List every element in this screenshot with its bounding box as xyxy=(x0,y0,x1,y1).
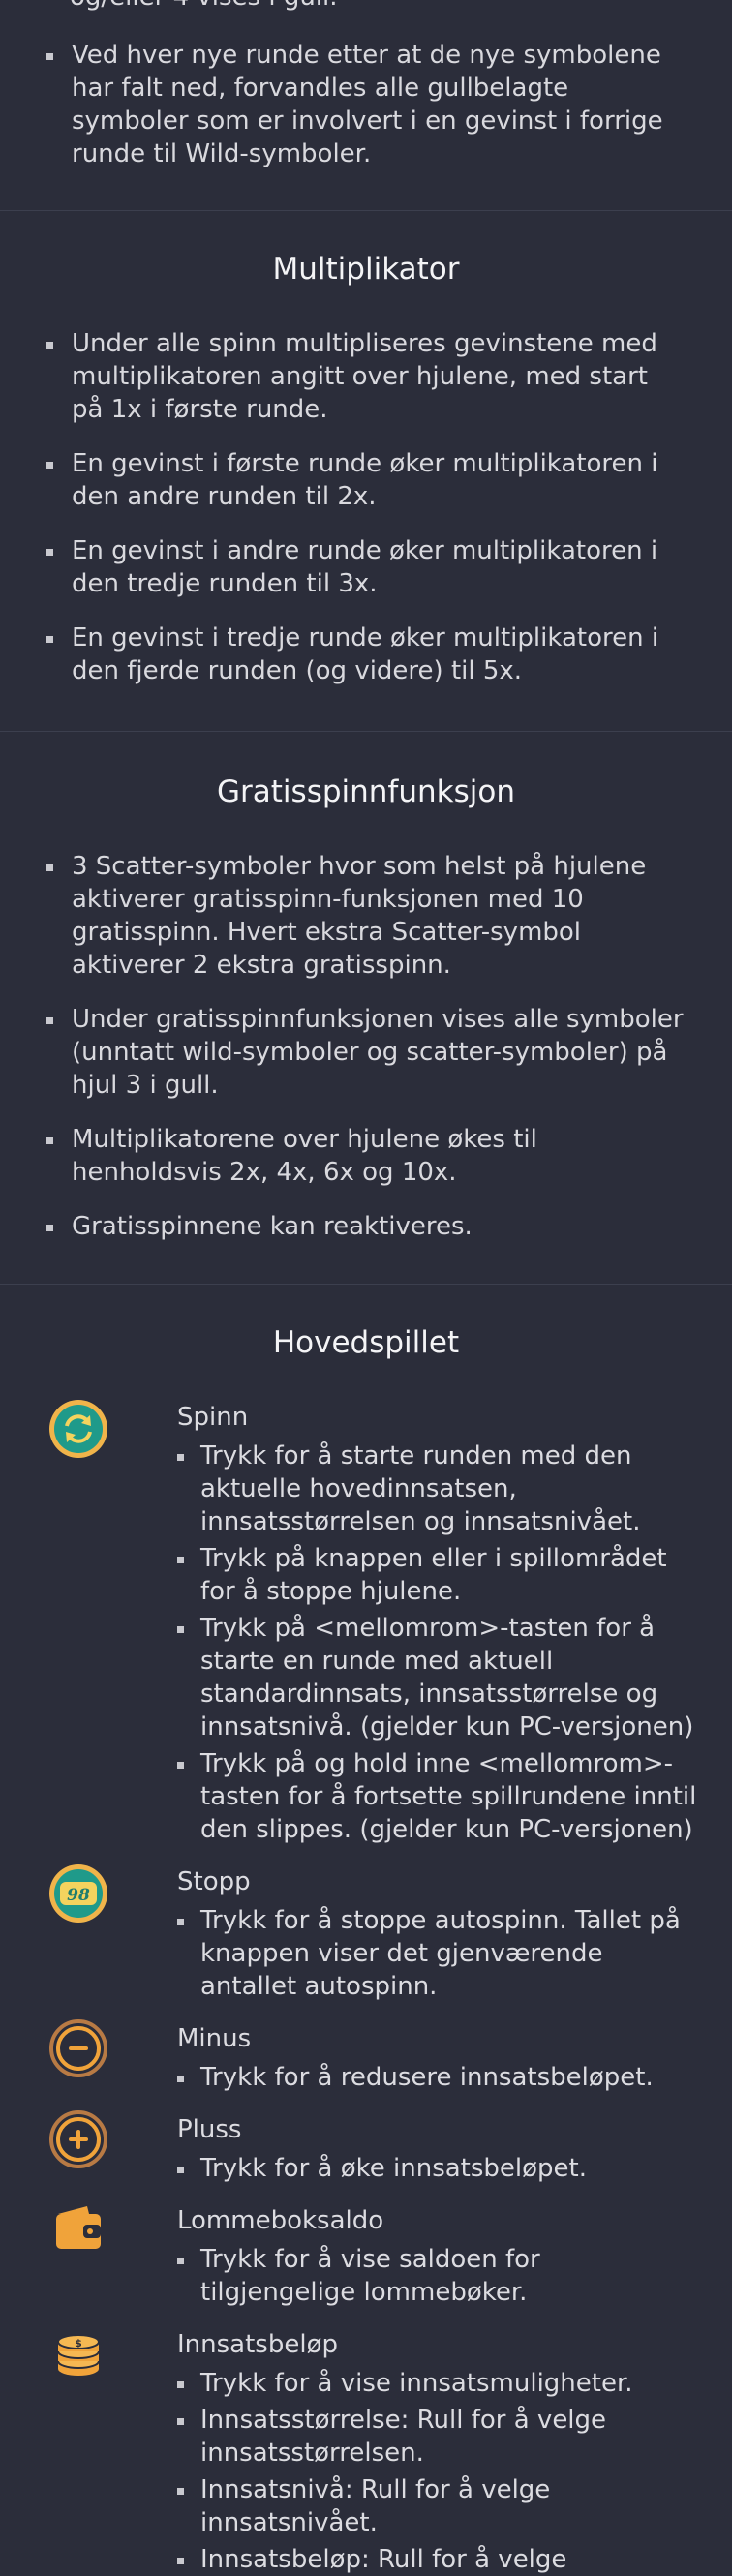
rule-item: En gevinst i første runde øker multiplik… xyxy=(46,447,686,513)
control-title: Spinn xyxy=(177,1403,249,1432)
control-description-item: Trykk på <mellomrom>-tasten for å starte… xyxy=(177,1612,697,1743)
control-description-item: Innsatsnivå: Rull for å velge innsatsniv… xyxy=(177,2473,697,2539)
control-bet: $ Innsatsbeløp Trykk for å vise innsatsm… xyxy=(0,2328,732,2576)
control-description-item: Trykk for å starte runden med den aktuel… xyxy=(177,1440,697,1538)
rules-list: 3 Scatter-symboler hvor som helst på hju… xyxy=(46,850,686,1243)
control-title: Innsatsbeløp xyxy=(177,2330,338,2359)
control-title: Minus xyxy=(177,2024,252,2053)
svg-text:$: $ xyxy=(75,2337,82,2349)
coin-stack-icon: $ xyxy=(48,2324,108,2384)
control-plus: Pluss Trykk for å øke innsatsbeløpet. xyxy=(0,2110,732,2185)
rules-list: Under alle spinn multipliseres gevinsten… xyxy=(46,327,686,687)
rules-section-gold-symbols: og/eller 4 vises i gull. Ved hver nye ru… xyxy=(0,0,732,211)
control-description-list: Trykk for å starte runden med den aktuel… xyxy=(177,1440,697,1846)
control-description-list: Trykk for å vise saldoen for tilgjengeli… xyxy=(177,2243,697,2309)
rule-text-partial: og/eller 4 vises i gull. xyxy=(70,0,338,14)
control-title: Stopp xyxy=(177,1867,251,1896)
rules-list: Ved hver nye runde etter at de nye symbo… xyxy=(46,39,686,192)
control-description-item: Trykk for å vise innsatsmuligheter. xyxy=(177,2367,697,2400)
control-minus: Minus Trykk for å redusere innsatsbeløpe… xyxy=(0,2019,732,2094)
control-description-list: Trykk for å stoppe autospinn. Tallet på … xyxy=(177,1904,697,2003)
control-description-item: Trykk for å stoppe autospinn. Tallet på … xyxy=(177,1904,697,2003)
rules-section-free-spins: Gratisspinnfunksjon 3 Scatter-symboler h… xyxy=(0,732,732,1285)
plus-icon xyxy=(48,2109,108,2169)
control-description-item: Trykk for å redusere innsatsbeløpet. xyxy=(177,2061,697,2094)
control-description-list: Trykk for å øke innsatsbeløpet. xyxy=(177,2152,697,2185)
section-title: Hovedspillet xyxy=(272,1325,460,1360)
wallet-icon xyxy=(48,2198,108,2258)
autospin-stop-icon: 98 xyxy=(48,1864,108,1924)
control-description-item: Trykk på knappen eller i spillområdet fo… xyxy=(177,1542,697,1608)
control-title: Pluss xyxy=(177,2115,242,2144)
minus-icon xyxy=(48,2018,108,2078)
control-description-list: Trykk for å redusere innsatsbeløpet. xyxy=(177,2061,697,2094)
rule-item: En gevinst i tredje runde øker multiplik… xyxy=(46,621,686,687)
rule-item: Under gratisspinnfunksjonen vises alle s… xyxy=(46,1003,686,1102)
control-description-item: Trykk for å vise saldoen for tilgjengeli… xyxy=(177,2243,697,2309)
control-spin: Spinn Trykk for å starte runden med den … xyxy=(0,1399,732,1846)
control-description-item: Innsatsbeløp: Rull for å velge xyxy=(177,2543,697,2576)
control-stop: 98 Stopp Trykk for å stoppe autospinn. T… xyxy=(0,1864,732,2003)
control-title: Lommeboksaldo xyxy=(177,2206,384,2235)
rules-section-multiplier: Multiplikator Under alle spinn multiplis… xyxy=(0,211,732,732)
rule-item: 3 Scatter-symboler hvor som helst på hju… xyxy=(46,850,686,982)
control-description-item: Trykk på og hold inne <mellomrom>-tasten… xyxy=(177,1747,697,1846)
control-description-item: Innsatsstørrelse: Rull for å velge innsa… xyxy=(177,2404,697,2470)
game-rules-page: og/eller 4 vises i gull. Ved hver nye ru… xyxy=(0,0,732,2576)
control-description-item: Trykk for å øke innsatsbeløpet. xyxy=(177,2152,697,2185)
section-title: Gratisspinnfunksjon xyxy=(217,774,515,809)
rule-item: Under alle spinn multipliseres gevinsten… xyxy=(46,327,686,426)
spin-arrows-icon xyxy=(48,1399,108,1459)
control-description-list: Trykk for å vise innsatsmuligheter. Inns… xyxy=(177,2367,697,2576)
rule-item: Multiplikatorene over hjulene økes til h… xyxy=(46,1123,686,1189)
section-title: Multiplikator xyxy=(272,252,460,287)
control-wallet: Lommeboksaldo Trykk for å vise saldoen f… xyxy=(0,2204,732,2309)
autospin-count: 98 xyxy=(67,1886,90,1905)
rules-section-main-game: Hovedspillet Spinn Trykk for å starte ru… xyxy=(0,1285,732,2576)
rule-item: Gratisspinnene kan reaktiveres. xyxy=(46,1210,686,1243)
rule-item: En gevinst i andre runde øker multiplika… xyxy=(46,534,686,600)
rule-item: Ved hver nye runde etter at de nye symbo… xyxy=(46,39,686,170)
